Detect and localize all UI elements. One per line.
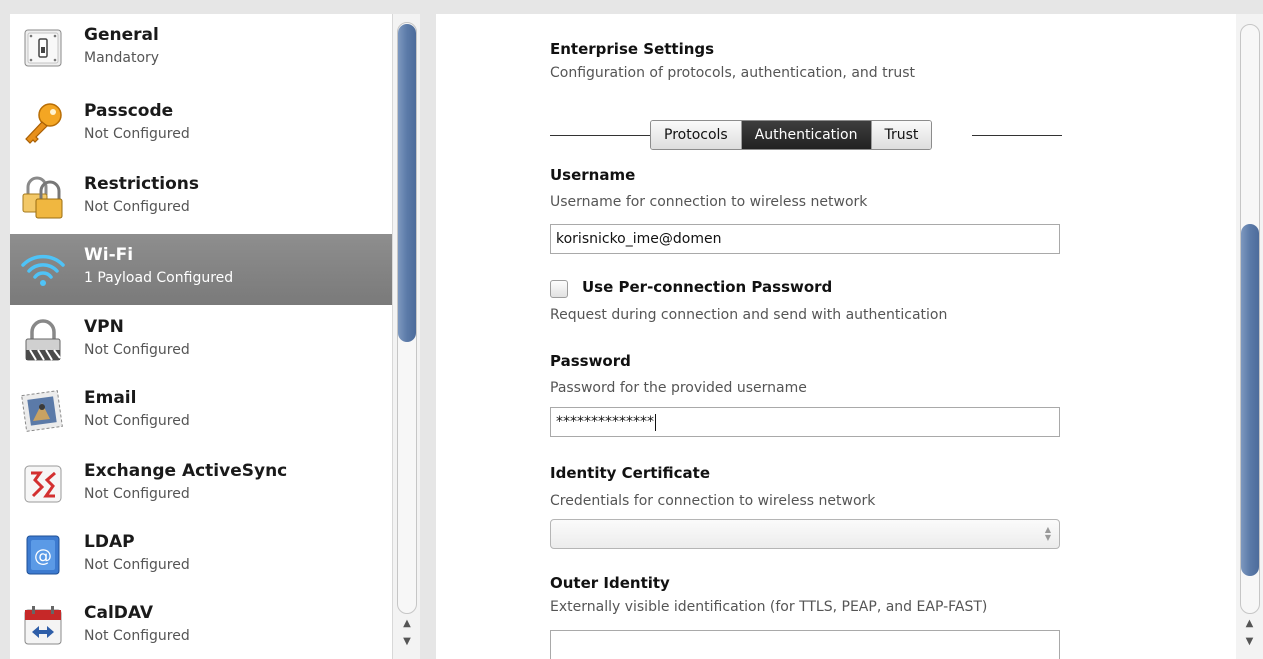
tab-bar: Protocols Authentication Trust <box>550 120 1062 152</box>
sidebar-item-email[interactable]: Email Not Configured <box>10 377 392 448</box>
text-caret <box>655 413 656 431</box>
section-description: Configuration of protocols, authenticati… <box>550 65 916 81</box>
svg-text:@: @ <box>34 546 52 567</box>
scroll-down-arrow-icon[interactable]: ▼ <box>393 634 420 650</box>
divider-right <box>972 135 1062 136</box>
sidebar-item-vpn[interactable]: VPN Not Configured <box>10 306 392 377</box>
per-connection-password-label: Use Per-connection Password <box>582 278 833 296</box>
tab-protocols[interactable]: Protocols <box>651 121 741 149</box>
outer-identity-description: Externally visible identification (for T… <box>550 599 988 615</box>
tab-trust[interactable]: Trust <box>870 121 932 149</box>
password-label: Password <box>550 352 631 370</box>
email-stamp-icon <box>20 389 66 433</box>
calendar-icon <box>20 604 66 648</box>
sidebar-item-title: Passcode <box>84 101 174 121</box>
sidebar-item-title: Restrictions <box>84 174 200 194</box>
vpn-lock-icon <box>20 318 66 362</box>
sidebar-item-ldap[interactable]: @ LDAP Not Configured <box>10 521 392 592</box>
general-icon <box>20 26 66 70</box>
exchange-icon <box>20 462 66 506</box>
sidebar-item-status: Not Configured <box>84 199 190 215</box>
sidebar-item-title: Exchange ActiveSync <box>84 461 288 481</box>
ldap-at-icon: @ <box>20 533 66 577</box>
sidebar-item-restrictions[interactable]: Restrictions Not Configured <box>10 163 392 234</box>
outer-identity-label: Outer Identity <box>550 574 670 592</box>
padlocks-icon <box>20 175 66 219</box>
sidebar-item-title: CalDAV <box>84 603 154 623</box>
sidebar-item-wifi[interactable]: Wi-Fi 1 Payload Configured <box>10 234 392 305</box>
sidebar-item-status: Not Configured <box>84 486 190 502</box>
payload-sidebar: General Mandatory Passcode Not Configure… <box>10 14 420 659</box>
key-icon <box>20 102 66 146</box>
divider-left <box>550 135 650 136</box>
sidebar-scrollbar[interactable]: ▲ ▼ <box>392 14 420 659</box>
sidebar-item-status: Mandatory <box>84 50 160 66</box>
wifi-icon <box>20 246 66 290</box>
sidebar-item-title: LDAP <box>84 532 135 552</box>
password-description: Password for the provided username <box>550 380 807 396</box>
identity-certificate-label: Identity Certificate <box>550 464 711 482</box>
username-label: Username <box>550 166 636 184</box>
password-value: ************** <box>556 414 654 430</box>
scrollbar-thumb[interactable] <box>398 24 416 342</box>
scroll-up-arrow-icon[interactable]: ▲ <box>393 616 420 632</box>
main-scrollbar[interactable]: ▲ ▼ <box>1236 14 1263 659</box>
identity-certificate-select[interactable]: ▲ ▼ <box>550 519 1060 549</box>
sidebar-item-passcode[interactable]: Passcode Not Configured <box>10 90 392 161</box>
sidebar-item-status: Not Configured <box>84 413 190 429</box>
username-input[interactable]: korisnicko_ime@domen <box>550 224 1060 254</box>
scrollbar-thumb[interactable] <box>1241 224 1259 576</box>
section-title: Enterprise Settings <box>550 40 715 58</box>
sidebar-item-status: 1 Payload Configured <box>84 270 234 286</box>
settings-panel: Enterprise Settings Configuration of pro… <box>436 14 1236 659</box>
sidebar-item-status: Not Configured <box>84 126 190 142</box>
sidebar-item-status: Not Configured <box>84 628 190 644</box>
identity-certificate-description: Credentials for connection to wireless n… <box>550 493 876 509</box>
sidebar-item-status: Not Configured <box>84 557 190 573</box>
sidebar-item-title: General <box>84 25 159 45</box>
sidebar-item-status: Not Configured <box>84 342 190 358</box>
sidebar-item-general[interactable]: General Mandatory <box>10 14 392 85</box>
sidebar-item-title: Wi-Fi <box>84 245 134 265</box>
scroll-down-arrow-icon[interactable]: ▼ <box>1236 634 1263 650</box>
per-connection-password-description: Request during connection and send with … <box>550 307 948 323</box>
password-input[interactable]: ************** <box>550 407 1060 437</box>
per-connection-password-checkbox[interactable] <box>550 280 568 298</box>
outer-identity-input[interactable] <box>550 630 1060 659</box>
tab-authentication[interactable]: Authentication <box>740 121 871 149</box>
sidebar-item-caldav[interactable]: CalDAV Not Configured <box>10 592 392 659</box>
sidebar-item-title: VPN <box>84 317 124 337</box>
sidebar-item-title: Email <box>84 388 137 408</box>
segmented-control: Protocols Authentication Trust <box>650 120 933 150</box>
scroll-up-arrow-icon[interactable]: ▲ <box>1236 616 1263 632</box>
select-updown-icon: ▲ ▼ <box>1044 525 1051 542</box>
sidebar-item-exchange[interactable]: Exchange ActiveSync Not Configured <box>10 450 392 521</box>
username-description: Username for connection to wireless netw… <box>550 194 868 210</box>
